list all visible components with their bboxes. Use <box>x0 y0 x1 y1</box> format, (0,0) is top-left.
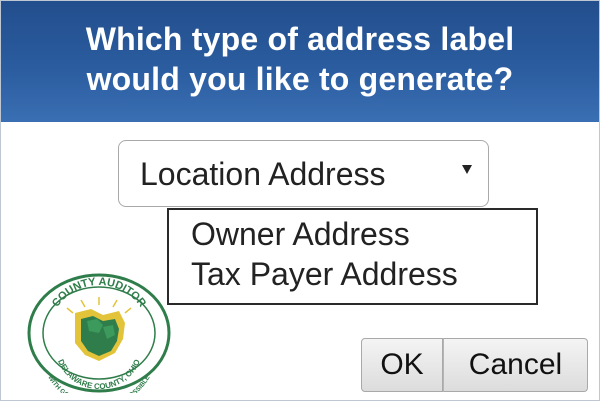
ok-button[interactable]: OK <box>361 338 443 392</box>
address-type-selected-value: Location Address <box>140 156 386 192</box>
dialog-title-line-2: would you like to generate? <box>86 61 514 97</box>
address-type-options-list: Owner Address Tax Payer Address <box>167 208 538 305</box>
option-owner-address[interactable]: Owner Address <box>169 214 536 254</box>
dialog-title-line-1: Which type of address label <box>85 21 515 57</box>
dialog-title: Which type of address label would you li… <box>1 19 599 99</box>
address-type-select[interactable]: Location Address <box>118 140 489 207</box>
address-label-dialog: Which type of address label would you li… <box>0 0 600 401</box>
cancel-button[interactable]: Cancel <box>443 338 588 392</box>
dialog-header: Which type of address label would you li… <box>1 1 599 122</box>
dropdown-arrow-icon[interactable] <box>462 165 472 174</box>
county-auditor-seal-logo: COUNTY AUDITOR DELAWARE COUNTY, OHIO WIT… <box>27 273 171 393</box>
option-tax-payer-address[interactable]: Tax Payer Address <box>169 254 536 294</box>
